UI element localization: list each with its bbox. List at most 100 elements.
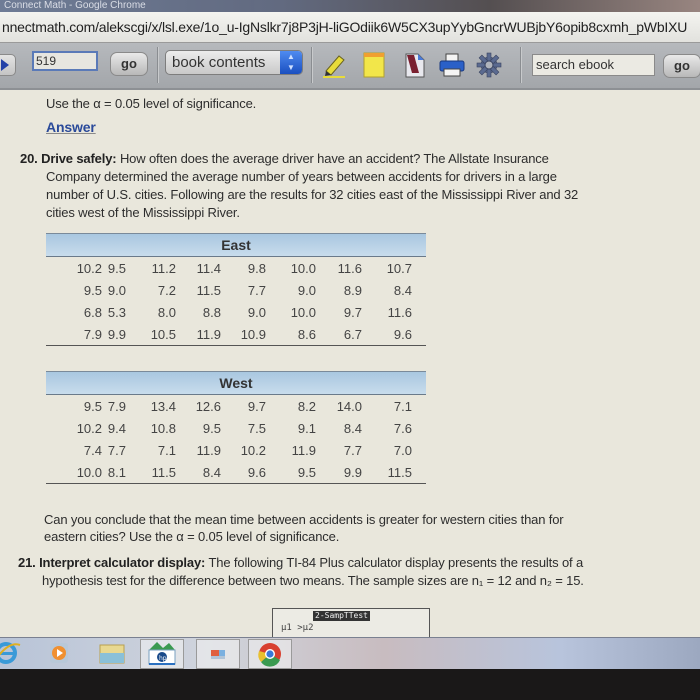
page-go-button[interactable]: go bbox=[110, 52, 148, 76]
table-cell: 11.6 bbox=[387, 305, 412, 320]
table-row: 6.8 5.3 8.0 8.8 9.0 10.0 9.7 11.6 bbox=[46, 301, 426, 323]
q20-text-line: Company determined the average number of… bbox=[46, 169, 557, 184]
table-cell: 7.5 bbox=[247, 421, 266, 436]
table-cell: 8.4 bbox=[343, 421, 362, 436]
calculator-title: 2-SampTTest bbox=[313, 611, 370, 621]
table-cell: 8.9 bbox=[343, 283, 362, 298]
ebook-content: Use the α = 0.05 level of significance. … bbox=[0, 90, 700, 630]
table-cell: 10.5 bbox=[150, 327, 176, 342]
file-explorer-icon bbox=[99, 644, 125, 664]
table-cell: 9.7 bbox=[343, 305, 362, 320]
table-cell: 10.9 bbox=[240, 327, 266, 342]
taskbar-hp[interactable]: hp bbox=[140, 639, 184, 669]
address-bar[interactable]: nnectmath.com/alekscgi/x/lsl.exe/1o_u-Ig… bbox=[0, 12, 700, 43]
table-cell: 7.0 bbox=[393, 443, 412, 458]
q21-text-line: The following TI-84 Plus calculator disp… bbox=[208, 555, 584, 570]
table-row: 7.4 7.7 7.1 11.9 10.2 11.9 7.7 7.0 bbox=[46, 439, 426, 461]
taskbar-file-explorer[interactable] bbox=[96, 639, 140, 669]
table-cell: 8.0 bbox=[157, 305, 176, 320]
table-cell: 11.9 bbox=[291, 443, 316, 458]
table-cell: 7.1 bbox=[157, 443, 176, 458]
q21-title: Interpret calculator display: bbox=[39, 555, 206, 570]
table-row: 10.0 8.1 11.5 8.4 9.6 9.5 9.9 11.5 bbox=[46, 461, 426, 483]
table-cell: 9.4 bbox=[107, 421, 126, 436]
table-cell: 6.7 bbox=[343, 327, 362, 342]
table-cell: 8.2 bbox=[297, 399, 316, 414]
table-cell: 11.5 bbox=[151, 465, 176, 480]
toolbar-divider bbox=[520, 47, 522, 83]
search-go-button[interactable]: go bbox=[663, 54, 700, 78]
table-row: 10.2 9.5 11.2 11.4 9.8 10.0 11.6 10.7 bbox=[46, 257, 426, 279]
table-cell: 8.6 bbox=[297, 327, 316, 342]
table-cell: 12.6 bbox=[195, 399, 221, 414]
table-cell: 11.6 bbox=[337, 261, 362, 276]
east-data-table: East 10.2 9.5 11.2 11.4 9.8 10.0 11.6 10.7 9.5 9.… bbox=[46, 233, 426, 346]
table-cell: 9.5 bbox=[297, 465, 316, 480]
table-cell: 9.8 bbox=[247, 261, 266, 276]
taskbar-app[interactable] bbox=[196, 639, 240, 669]
book-contents-select[interactable]: book contents ▲ ▼ bbox=[165, 50, 303, 75]
media-player-icon bbox=[50, 643, 68, 663]
next-page-arrow-icon[interactable] bbox=[0, 54, 16, 76]
q21-first-line: 21. Interpret calculator display: The fo… bbox=[18, 555, 583, 570]
table-row: 7.9 9.9 10.5 11.9 10.9 8.6 6.7 9.6 bbox=[46, 323, 426, 345]
highlighter-icon[interactable] bbox=[320, 51, 348, 79]
toolbar-divider bbox=[157, 47, 159, 83]
printer-icon[interactable] bbox=[438, 51, 466, 79]
table-cell: 10.8 bbox=[150, 421, 176, 436]
table-cell: 5.3 bbox=[107, 305, 126, 320]
table-cell: 11.4 bbox=[196, 261, 221, 276]
table-cell: 9.5 bbox=[107, 261, 126, 276]
taskbar-chrome[interactable] bbox=[248, 639, 292, 669]
table-cell: 10.0 bbox=[290, 305, 316, 320]
table-cell: 10.2 bbox=[240, 443, 266, 458]
table-cell: 7.6 bbox=[393, 421, 412, 436]
table-cell: 14.0 bbox=[336, 399, 362, 414]
table-cell: 11.5 bbox=[196, 283, 221, 298]
table-cell: 7.7 bbox=[247, 283, 266, 298]
west-data-table: West 9.5 7.9 13.4 12.6 9.7 8.2 14.0 7.1 10.2 9.4 1… bbox=[46, 371, 426, 484]
q20-question-line: eastern cities? Use the α = 0.05 level o… bbox=[44, 529, 340, 544]
monitor-bezel bbox=[0, 669, 700, 700]
calculator-hypothesis: μ1 >μ2 bbox=[281, 623, 314, 633]
page-number-input[interactable]: 519 bbox=[32, 51, 98, 71]
table-cell: 9.0 bbox=[297, 283, 316, 298]
east-table-body: 10.2 9.5 11.2 11.4 9.8 10.0 11.6 10.7 9.5 9.0 7.2 1… bbox=[46, 257, 426, 345]
table-cell: 11.9 bbox=[196, 443, 221, 458]
svg-text:hp: hp bbox=[159, 655, 167, 662]
table-bottom-rule bbox=[46, 345, 426, 346]
table-cell: 7.2 bbox=[157, 283, 176, 298]
table-cell: 11.5 bbox=[387, 465, 412, 480]
toolbar-divider bbox=[311, 47, 313, 83]
table-cell: 9.5 bbox=[202, 421, 221, 436]
taskbar: hp bbox=[0, 637, 700, 670]
hp-app-icon: hp bbox=[148, 642, 176, 665]
search-ebook-input[interactable]: search ebook bbox=[532, 54, 655, 76]
q20-first-line: 20. Drive safely: How often does the ave… bbox=[20, 151, 549, 166]
q21-number: 21. bbox=[18, 555, 36, 570]
bookmark-icon[interactable] bbox=[400, 51, 428, 79]
west-table-body: 9.5 7.9 13.4 12.6 9.7 8.2 14.0 7.1 10.2 9.4 10.8 9.… bbox=[46, 395, 426, 483]
q21-text-line: hypothesis test for the difference betwe… bbox=[42, 573, 584, 588]
window-title: Connect Math - Google Chrome bbox=[0, 0, 700, 12]
table-cell: 9.9 bbox=[343, 465, 362, 480]
q20-text-line: How often does the average driver have a… bbox=[119, 151, 549, 166]
sticky-note-icon[interactable] bbox=[360, 51, 388, 79]
table-cell: 9.6 bbox=[247, 465, 266, 480]
ebook-toolbar: 519 go book contents ▲ ▼ search ebook go bbox=[0, 43, 700, 90]
chrome-icon bbox=[258, 643, 281, 667]
west-table-header: West bbox=[46, 371, 426, 395]
select-spinner-icon: ▲ ▼ bbox=[280, 51, 302, 74]
table-cell: 8.8 bbox=[202, 305, 221, 320]
app-icon bbox=[211, 650, 225, 659]
q20-title: Drive safely: bbox=[41, 151, 117, 166]
answer-link[interactable]: Answer bbox=[46, 119, 96, 135]
gear-icon[interactable] bbox=[475, 51, 503, 79]
table-cell: 9.9 bbox=[107, 327, 126, 342]
table-cell: 9.0 bbox=[107, 283, 126, 298]
table-cell: 11.9 bbox=[196, 327, 221, 342]
taskbar-media-player[interactable] bbox=[44, 639, 88, 669]
taskbar-ie[interactable] bbox=[0, 639, 38, 669]
table-row: 9.5 7.9 13.4 12.6 9.7 8.2 14.0 7.1 bbox=[46, 395, 426, 417]
answer-link-text[interactable]: Answer bbox=[46, 119, 96, 135]
